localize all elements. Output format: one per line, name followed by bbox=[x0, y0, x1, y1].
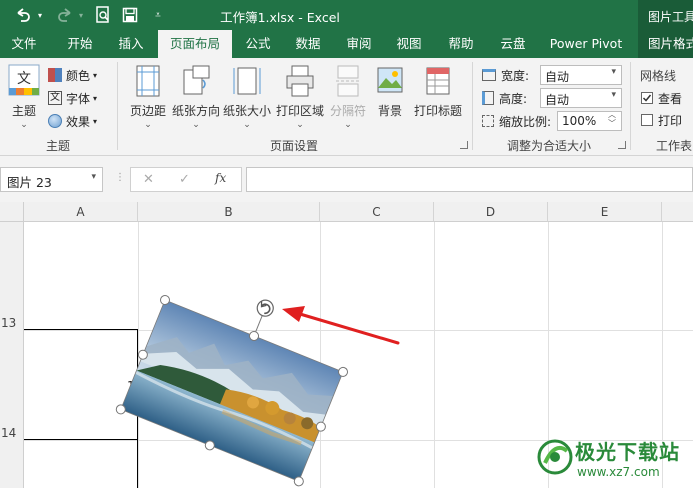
watermark-url: www.xz7.com bbox=[577, 465, 660, 479]
watermark: 极光下载站 www.xz7.com bbox=[533, 433, 693, 488]
annotation-arrow bbox=[282, 306, 400, 345]
excel-window: ▾ ▾ ⩡ 工作簿1.xlsx - Excel 图片工具 文件 开始 插入 页面… bbox=[0, 0, 693, 488]
watermark-logo-icon bbox=[537, 439, 573, 475]
rotate-handle[interactable] bbox=[255, 298, 276, 319]
picture-layer bbox=[115, 263, 400, 487]
watermark-name: 极光下载站 bbox=[575, 440, 680, 464]
picture-23[interactable] bbox=[115, 263, 361, 487]
